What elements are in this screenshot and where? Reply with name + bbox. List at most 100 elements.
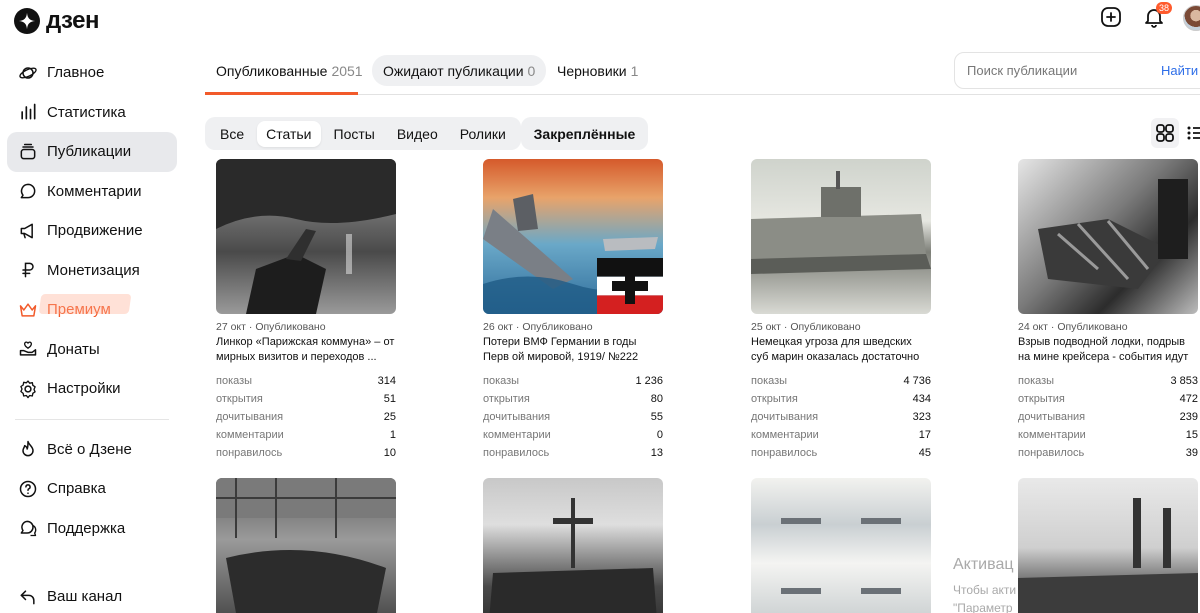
grid-view-button[interactable] [1151,118,1179,148]
dzen-star-icon [14,8,40,34]
filter-articles[interactable]: Статьи [257,120,321,147]
sidebar-item-promotion[interactable]: Продвижение [7,211,177,251]
publication-title[interactable]: Потери ВМФ Германии в годы Перв ой миров… [483,335,663,365]
stat-row: дочитывания 239 [1018,408,1198,426]
publication-status: Опубликовано [522,321,593,333]
stat-value: 10 [383,447,396,459]
stat-value: 472 [1179,393,1198,405]
imperial-flag-icon [597,258,663,314]
gear-icon [20,380,36,398]
filter-all[interactable]: Все [211,121,253,147]
publication-card[interactable] [216,478,396,613]
pinned-button[interactable]: Закреплённые [521,117,648,150]
publication-thumbnail[interactable] [483,478,663,613]
publication-card[interactable]: 27 окт · Опубликовано Линкор «Парижская … [216,159,396,462]
ruble-icon [22,262,34,278]
publication-date: 27 окт [216,321,246,333]
publication-card[interactable] [751,478,931,613]
sidebar-item-publications[interactable]: Публикации [7,132,177,172]
tab-scheduled[interactable]: Ожидают публикации 0 [372,55,547,86]
publication-card[interactable] [1018,478,1198,613]
stat-label: показы [751,375,788,387]
sidebar-item-donations[interactable]: Донаты [7,330,177,370]
publication-stats: показы 314 открытия 51 дочитывания 25 комме… [216,372,396,462]
stat-row: показы 3 853 [1018,372,1198,390]
sidebar-item-help[interactable]: Справка [7,469,177,509]
premium-highlight [38,294,132,314]
stat-value: 25 [383,411,396,423]
stat-row: комментарии 1 [216,426,396,444]
stat-row: показы 314 [216,372,396,390]
flame-icon [22,441,34,457]
layers-icon [20,143,36,160]
sidebar-item-label: Настройки [47,380,121,398]
stat-value: 3 853 [1170,375,1198,387]
stat-value: 55 [650,411,663,423]
sidebar-item-label: Статистика [47,103,126,121]
publication-card[interactable]: 24 окт · Опубликовано Взрыв подводной ло… [1018,159,1198,462]
sidebar-item-settings[interactable]: Настройки [7,369,177,409]
publication-card[interactable]: 25 окт · Опубликовано Немецкая угроза дл… [751,159,931,462]
publication-title[interactable]: Линкор «Парижская коммуна» – от мирных в… [216,335,396,365]
add-publication-button[interactable] [1099,5,1123,29]
filter-shorts[interactable]: Ролики [451,121,515,147]
publication-thumbnail[interactable] [751,159,931,314]
sidebar-item-about[interactable]: Всё о Дзене [7,430,177,470]
stat-row: понравилось 39 [1018,444,1198,462]
sidebar-item-comments[interactable]: Комментарии [7,172,177,212]
filter-posts[interactable]: Посты [325,121,384,147]
grid-icon [1156,124,1174,142]
sidebar-item-monetization[interactable]: Монетизация [7,251,177,291]
stat-row: понравилось 13 [483,444,663,462]
publication-thumbnail[interactable] [1018,478,1198,613]
stat-label: показы [483,375,520,387]
publication-title[interactable]: Взрыв подводной лодки, подрыв на мине кр… [1018,335,1198,365]
active-tab-indicator [205,92,358,95]
search-button[interactable]: Найти [1161,63,1198,78]
dzen-logo[interactable]: дзен [14,7,99,35]
stat-value: 323 [912,411,931,423]
publication-card[interactable]: 26 окт · Опубликовано Потери ВМФ Германи… [483,159,663,462]
stat-row: дочитывания 55 [483,408,663,426]
list-view-icon[interactable] [1186,124,1200,142]
sidebar-item-label: Монетизация [47,261,140,279]
sidebar-item-main[interactable]: Главное [7,53,177,93]
publication-thumbnail[interactable] [216,159,396,314]
stat-row: открытия 472 [1018,390,1198,408]
sidebar-item-label: Публикации [47,143,132,161]
publication-thumbnail[interactable] [1018,159,1198,314]
tab-published[interactable]: Опубликованные 2051 [205,55,374,86]
publication-thumbnail[interactable] [751,478,931,613]
support-chat-icon [20,520,37,537]
sidebar-item-label: Справка [47,480,106,498]
stat-row: понравилось 10 [216,444,396,462]
stat-value: 1 236 [635,375,663,387]
sidebar-item-your-channel[interactable]: Ваш канал [7,577,177,613]
search-input[interactable] [967,63,1157,78]
sidebar-item-label: Поддержка [47,519,126,537]
activation-watermark: Активац [953,556,1014,573]
filter-video[interactable]: Видео [388,121,447,147]
stat-label: открытия [216,393,263,405]
publication-date: 24 окт [1018,321,1048,333]
stat-value: 80 [650,393,663,405]
publication-card[interactable] [483,478,663,613]
avatar[interactable] [1183,5,1200,31]
tab-drafts[interactable]: Черновики 1 [546,55,649,86]
publication-title[interactable]: Немецкая угроза для шведских суб марин о… [751,335,931,365]
publication-thumbnail[interactable] [216,478,396,613]
sidebar-item-stats[interactable]: Статистика [7,93,177,133]
stat-value: 4 736 [903,375,931,387]
stat-label: понравилось [751,447,818,459]
sidebar-item-label: Комментарии [47,182,142,200]
sidebar-item-label: Ваш канал [47,588,123,606]
sidebar-item-support[interactable]: Поддержка [7,509,177,549]
bar-chart-icon [21,103,36,120]
search-field[interactable]: Найти [954,52,1200,89]
tab-label: Черновики [557,62,627,79]
comment-icon [20,183,36,199]
stat-label: показы [216,375,253,387]
publication-thumbnail[interactable] [483,159,663,314]
megaphone-icon [20,223,33,239]
stat-row: комментарии 15 [1018,426,1198,444]
